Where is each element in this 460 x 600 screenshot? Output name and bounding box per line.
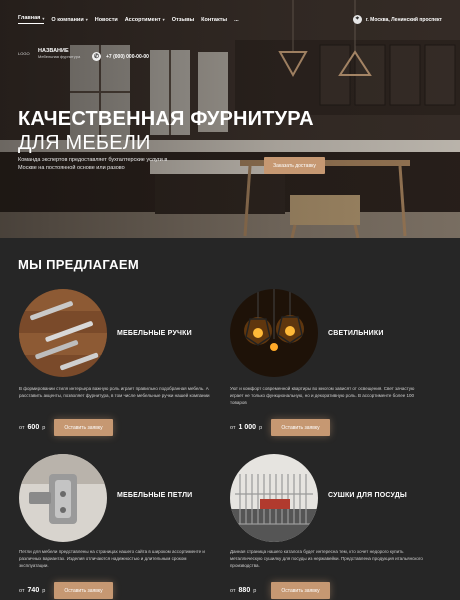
product-price: от 740 р [19,587,45,594]
phone-icon: ✆ [92,52,101,61]
nav-label: Контакты [201,16,228,23]
nav-label: Отзывы [171,16,195,23]
chevron-down-icon: ▾ [85,17,88,22]
product-name[interactable]: СВЕТИЛЬНИКИ [328,330,384,337]
address[interactable]: ⌖ г. Москва, Ленинский проспект [352,15,442,24]
chevron-down-icon: ▾ [42,15,45,21]
product-description: В формировании стиля интерьера важную ро… [19,386,210,398]
product-price: от 1 000 р [230,424,262,431]
nav-label: Главная [18,15,41,21]
main-nav: Главная ▾ О компании ▾ Новости Ассортиме… [18,15,239,24]
nav-item-news[interactable]: Новости [95,17,118,23]
address-text: г. Москва, Ленинский проспект [365,16,442,23]
price-currency: р [259,425,263,431]
product-description: Данная страница нашего каталога будет ин… [230,549,423,568]
leave-request-button[interactable]: Оставить заявку [271,582,330,599]
nav-label: ... [234,16,239,23]
price-value: 880 [238,587,251,594]
nav-label: О компании [51,16,84,23]
hero-title-line2: ДЛЯ МЕБЕЛИ [18,132,151,154]
leave-request-button[interactable]: Оставить заявку [54,582,113,599]
hero-title: КАЧЕСТВЕННАЯ ФУРНИТУРА [18,108,314,130]
product-name[interactable]: МЕБЕЛЬНЫЕ РУЧКИ [117,330,192,337]
brand[interactable]: LOGO НАЗВАНИЕ Мебельная фурнитура [18,48,80,59]
leave-request-button[interactable]: Оставить заявку [54,419,113,436]
product-description: Петли для мебели представлены на страниц… [19,549,205,568]
nav-item-contacts[interactable]: Контакты [201,17,227,23]
price-prefix: от [19,425,25,431]
nav-item-reviews[interactable]: Отзывы [172,17,194,23]
nav-item-more[interactable]: ... [234,17,239,23]
price-value: 740 [27,587,40,594]
nav-item-about[interactable]: О компании ▾ [51,17,87,23]
nav-item-catalog[interactable]: Ассортимент ▾ [125,17,165,23]
leave-request-button[interactable]: Оставить заявку [271,419,330,436]
phone-link[interactable]: ✆ +7 (000) 000-00-00 [92,52,149,61]
price-currency: р [253,588,257,594]
phone-number: +7 (000) 000-00-00 [106,53,149,60]
order-delivery-button[interactable]: Заказать доставку [264,157,325,174]
product-name[interactable]: МЕБЕЛЬНЫЕ ПЕТЛИ [117,492,192,499]
product-image-hinges[interactable] [19,454,107,542]
location-pin-icon: ⌖ [352,15,362,24]
price-value: 1 000 [238,424,257,431]
product-image-lamps[interactable] [230,289,318,377]
price-prefix: от [230,588,236,594]
product-price: от 600 р [19,424,45,431]
logo: LOGO [18,51,30,57]
product-image-dish-racks[interactable] [230,454,318,542]
nav-label: Новости [94,16,118,23]
brand-subtitle: Мебельная фурнитура [38,53,81,59]
product-image-handles[interactable] [19,289,107,377]
product-price: от 880 р [230,587,256,594]
hero-description: Команда экспертов предоставляет бухгалте… [18,157,168,171]
price-currency: р [42,588,46,594]
price-prefix: от [19,588,25,594]
section-title: МЫ ПРЕДЛАГАЕМ [18,257,139,272]
price-value: 600 [27,424,40,431]
product-name[interactable]: СУШКИ ДЛЯ ПОСУДЫ [328,492,407,499]
chevron-down-icon: ▾ [162,17,165,22]
nav-item-home[interactable]: Главная ▾ [18,15,45,24]
price-prefix: от [230,425,236,431]
product-description: Уют и комфорт современной квартиры во мн… [230,386,415,405]
price-currency: р [42,425,46,431]
nav-label: Ассортимент [124,16,161,23]
